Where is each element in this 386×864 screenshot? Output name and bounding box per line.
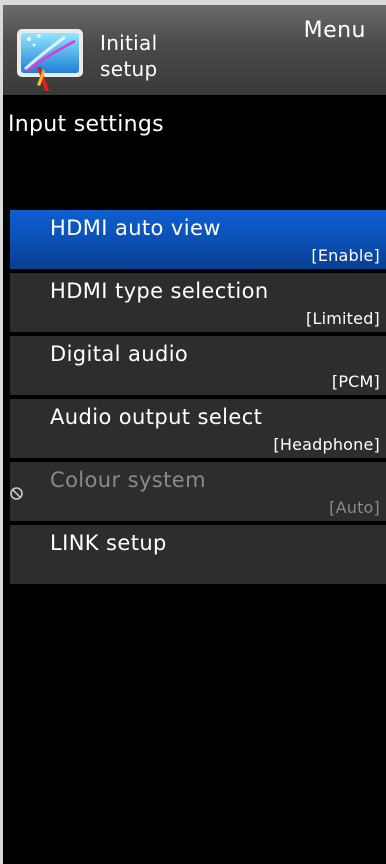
menu-item-hdmi-type-selection[interactable]: HDMI type selection [Limited] xyxy=(10,273,386,332)
menu-item-value: [Limited] xyxy=(306,309,380,328)
menu-item-label: LINK setup xyxy=(50,531,167,555)
menu-label: Menu xyxy=(303,18,366,43)
header-title-line2: setup xyxy=(100,57,158,81)
menu-item-label: Audio output select xyxy=(50,405,263,429)
menu-item-value: [Headphone] xyxy=(273,435,380,454)
header-title-line1: Initial xyxy=(100,31,158,55)
header-title: Initial setup xyxy=(100,30,157,82)
menu-item-value: [Enable] xyxy=(311,246,380,265)
initial-setup-icon xyxy=(17,29,83,91)
menu-item-hdmi-auto-view[interactable]: HDMI auto view [Enable] xyxy=(10,210,386,269)
menu-header: Initial setup Menu xyxy=(3,5,386,95)
section-title: Input settings xyxy=(8,112,164,137)
menu-item-label: Digital audio xyxy=(50,342,189,366)
menu-item-value: [PCM] xyxy=(331,372,380,391)
menu-panel: Initial setup Menu Input settings HDMI a… xyxy=(3,5,386,864)
prohibited-icon xyxy=(10,487,23,500)
menu-item-value: [Auto] xyxy=(329,498,380,517)
menu-item-label: HDMI auto view xyxy=(50,216,221,240)
menu-item-audio-output-select[interactable]: Audio output select [Headphone] xyxy=(10,399,386,458)
settings-menu-list: HDMI auto view [Enable] HDMI type select… xyxy=(10,210,386,588)
menu-item-label: Colour system xyxy=(50,468,206,492)
menu-item-label: HDMI type selection xyxy=(50,279,269,303)
menu-item-colour-system: Colour system [Auto] xyxy=(10,462,386,521)
menu-item-link-setup[interactable]: LINK setup xyxy=(10,525,386,584)
menu-item-digital-audio[interactable]: Digital audio [PCM] xyxy=(10,336,386,395)
